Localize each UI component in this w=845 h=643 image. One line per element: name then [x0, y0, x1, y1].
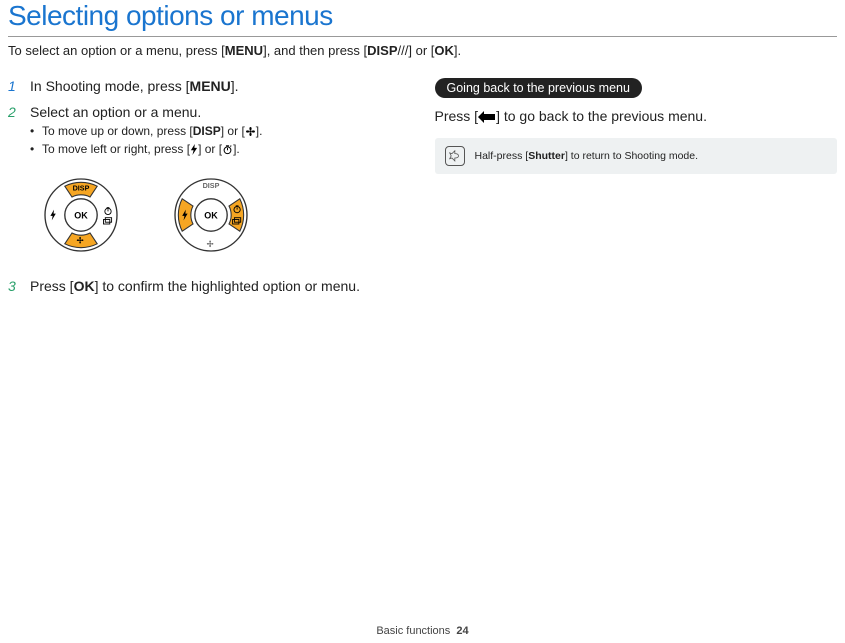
step3-suffix: ] to confirm the highlighted option or m… — [95, 278, 360, 294]
step1-menu-glyph: MENU — [190, 78, 231, 94]
ok-glyph: OK — [434, 43, 454, 58]
bullet-left-right: To move left or right, press [ ] or []. — [30, 142, 411, 158]
left-column: 1 In Shooting mode, press [MENU]. 2 Sele… — [8, 78, 411, 304]
timer-icon — [222, 144, 233, 158]
step3-prefix: Press [ — [30, 278, 74, 294]
step-2: 2 Select an option or a menu. To move up… — [8, 104, 411, 160]
dial-up-down: OK DISP — [26, 170, 136, 260]
step-3-body: Press [OK] to confirm the highlighted op… — [30, 278, 411, 294]
page-root: Selecting options or menus To select an … — [0, 0, 845, 643]
press-prefix: Press [ — [435, 108, 479, 124]
note-bold: Shutter — [528, 150, 565, 162]
note-icon — [445, 146, 465, 166]
footer-page: 24 — [456, 625, 468, 637]
b1-mid: ] or [ — [221, 124, 245, 138]
flash-icon — [190, 144, 198, 158]
step-2-body: Select an option or a menu. To move up o… — [30, 104, 411, 160]
b1-prefix: To move up or down, press [ — [42, 124, 193, 138]
back-arrow-icon — [478, 110, 496, 126]
step-1-number: 1 — [8, 78, 22, 94]
press-suffix: ] to go back to the previous menu. — [496, 108, 707, 124]
dial-left-right: OK DISP — [156, 170, 266, 260]
press-line: Press [ ] to go back to the previous menu… — [435, 108, 838, 126]
note-box: Half-press [Shutter] to return to Shooti… — [435, 138, 838, 174]
dial-diagrams: OK DISP — [26, 170, 411, 260]
page-title: Selecting options or menus — [8, 0, 837, 32]
step-2-number: 2 — [8, 104, 22, 160]
intro-line: To select an option or a menu, press [ME… — [8, 43, 837, 60]
b2-mid: ] or [ — [198, 142, 222, 156]
step-1-text: In Shooting mode, press [MENU]. — [30, 78, 239, 94]
b2-suffix: ]. — [233, 142, 240, 156]
flower-icon — [245, 126, 256, 140]
b2-prefix: To move left or right, press [ — [42, 142, 190, 156]
dial-disp-label: DISP — [73, 184, 90, 193]
intro-mid2: ] or [ — [408, 43, 434, 58]
note-text: Half-press [Shutter] to return to Shooti… — [475, 150, 699, 162]
divider — [8, 36, 837, 37]
intro-prefix: To select an option or a menu, press [ — [8, 43, 225, 58]
menu-glyph: MENU — [225, 43, 263, 58]
note-suffix: ] to return to Shooting mode. — [565, 150, 698, 162]
step-3-text: Press [OK] to confirm the highlighted op… — [30, 278, 360, 294]
b1-disp-glyph: DISP — [193, 124, 221, 138]
note-prefix: Half-press [ — [475, 150, 529, 162]
step-2-bullets: To move up or down, press [DISP] or []. … — [30, 124, 411, 158]
dial2-disp-label: DISP — [203, 181, 220, 190]
step1-suffix: ]. — [231, 78, 239, 94]
page-footer: Basic functions 24 — [0, 625, 845, 637]
bullet-up-down: To move up or down, press [DISP] or []. — [30, 124, 411, 140]
b1-suffix: ]. — [256, 124, 263, 138]
right-column: Going back to the previous menu Press []… — [435, 78, 838, 304]
step-3-number: 3 — [8, 278, 22, 294]
columns: 1 In Shooting mode, press [MENU]. 2 Sele… — [8, 78, 837, 304]
dial-ok-label: OK — [74, 211, 88, 221]
step3-ok-glyph: OK — [74, 278, 95, 294]
step-1: 1 In Shooting mode, press [MENU]. — [8, 78, 411, 94]
step-3: 3 Press [OK] to confirm the highlighted … — [8, 278, 411, 294]
section-pill: Going back to the previous menu — [435, 78, 642, 98]
step-1-body: In Shooting mode, press [MENU]. — [30, 78, 411, 94]
footer-section: Basic functions — [376, 625, 450, 637]
step-2-text: Select an option or a menu. — [30, 104, 411, 120]
intro-mid1: ], and then press [ — [263, 43, 367, 58]
intro-suffix: ]. — [454, 43, 461, 58]
disp-glyph: DISP — [367, 43, 397, 58]
dial2-ok-label: OK — [204, 211, 218, 221]
step1-prefix: In Shooting mode, press [ — [30, 78, 190, 94]
